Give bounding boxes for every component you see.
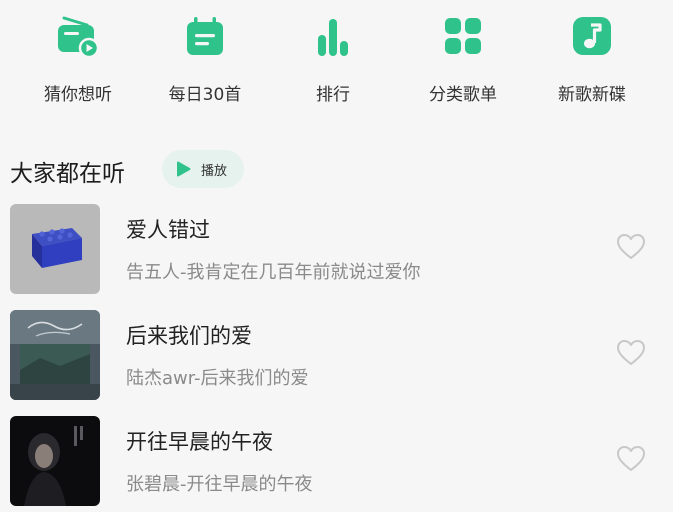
radio-icon bbox=[55, 14, 101, 60]
section-header: 大家都在听 播放 bbox=[10, 148, 650, 192]
grid-icon bbox=[440, 14, 486, 60]
nav-label: 新歌新碟 bbox=[558, 85, 626, 105]
portrait-cover bbox=[10, 416, 100, 506]
section-title: 大家都在听 bbox=[10, 161, 125, 187]
heart-icon[interactable] bbox=[616, 339, 646, 367]
ranking-bars-icon bbox=[310, 14, 356, 60]
song-subtitle: 陆杰awr-后来我们的爱 bbox=[126, 368, 309, 389]
song-subtitle: 张碧晨-开往早晨的午夜 bbox=[126, 474, 313, 495]
calendar-icon bbox=[182, 14, 228, 60]
heart-icon[interactable] bbox=[616, 445, 646, 473]
song-title: 爱人错过 bbox=[126, 218, 210, 242]
nav-label: 猜你想听 bbox=[44, 85, 112, 105]
song-title: 开往早晨的午夜 bbox=[126, 430, 273, 454]
nav-item-new-songs-albums[interactable]: 新歌新碟 bbox=[537, 14, 647, 114]
nav-item-daily-30[interactable]: 每日30首 bbox=[150, 14, 260, 114]
nav-item-ranking[interactable]: 排行 bbox=[278, 14, 388, 114]
music-note-icon bbox=[569, 14, 615, 60]
heart-icon[interactable] bbox=[616, 233, 646, 261]
nav-label: 排行 bbox=[316, 85, 350, 105]
nav-label: 每日30首 bbox=[168, 85, 242, 105]
song-title: 后来我们的爱 bbox=[126, 324, 252, 348]
quick-nav: 猜你想听 每日30首 排行 分类歌单 新歌新碟 bbox=[0, 0, 673, 115]
nav-label: 分类歌单 bbox=[429, 85, 497, 105]
scenic-cover bbox=[10, 310, 100, 400]
nav-item-category-playlists[interactable]: 分类歌单 bbox=[408, 14, 518, 114]
song-subtitle: 告五人-我肯定在几百年前就说过爱你 bbox=[126, 262, 421, 283]
play-all-button[interactable]: 播放 bbox=[162, 150, 244, 188]
song-row[interactable]: 开往早晨的午夜 张碧晨-开往早晨的午夜 bbox=[0, 412, 673, 512]
song-row[interactable]: 爱人错过 告五人-我肯定在几百年前就说过爱你 bbox=[0, 200, 673, 300]
song-row[interactable]: 后来我们的爱 陆杰awr-后来我们的爱 bbox=[0, 306, 673, 406]
play-all-label: 播放 bbox=[201, 163, 228, 179]
nav-item-guess-you-like[interactable]: 猜你想听 bbox=[23, 14, 133, 114]
blue-cube-cover bbox=[10, 204, 100, 294]
play-icon bbox=[176, 161, 191, 177]
